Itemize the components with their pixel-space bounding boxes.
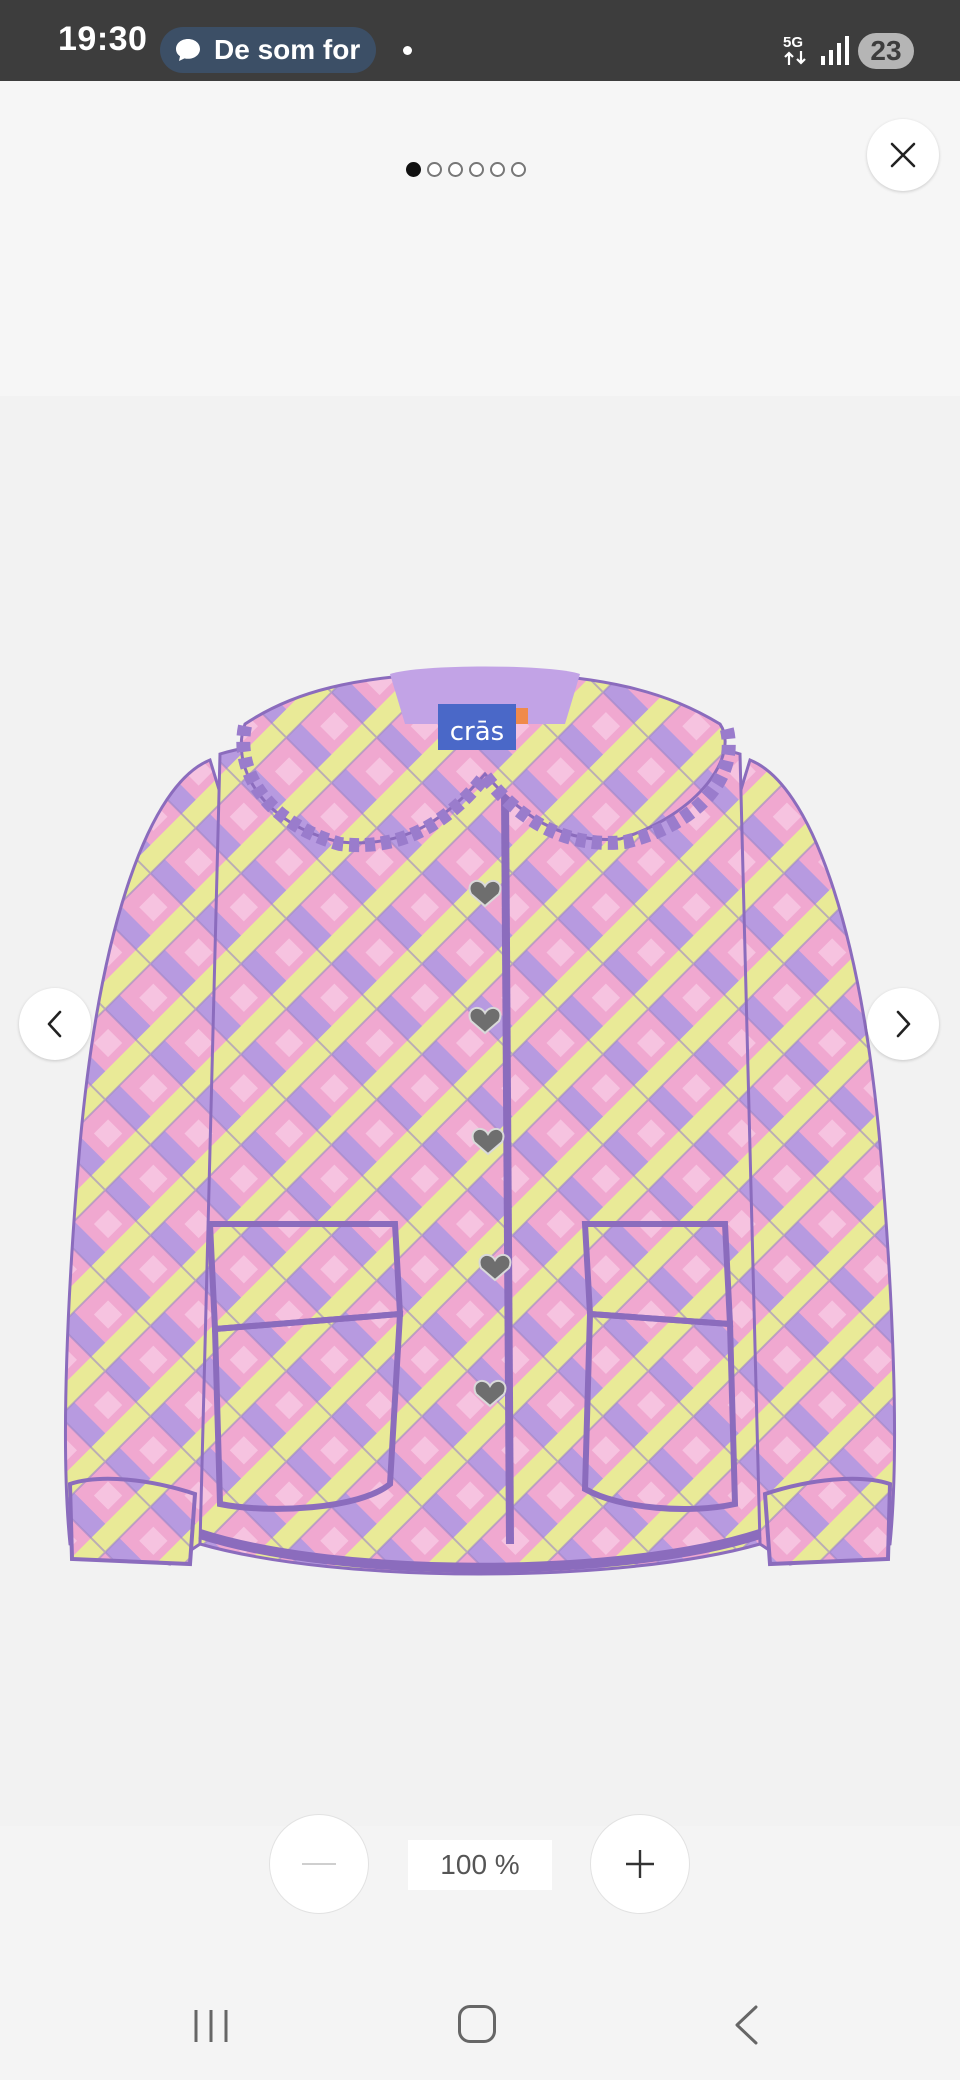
zoom-level: 100 % — [408, 1840, 552, 1890]
network-type: 5G — [783, 34, 803, 51]
gallery-header — [0, 81, 960, 396]
image-pager — [406, 162, 526, 177]
chat-bubble-icon — [176, 39, 200, 61]
pager-dot[interactable] — [448, 162, 463, 177]
battery-indicator: 23 — [858, 33, 914, 69]
notification-dot — [403, 46, 412, 55]
minus-icon — [302, 1863, 336, 1865]
notification-chip[interactable]: De som for — [160, 27, 376, 73]
chevron-left-icon — [47, 1010, 62, 1038]
pager-dot[interactable] — [511, 162, 526, 177]
5g-data-icon: 5G — [783, 34, 806, 65]
notification-text: De som for — [214, 34, 361, 65]
chevron-right-icon — [896, 1010, 911, 1038]
pager-dot[interactable] — [490, 162, 505, 177]
recent-apps-icon[interactable] — [192, 2008, 230, 2044]
product-image-quilted-jacket[interactable]: crās — [60, 664, 900, 1604]
close-icon — [890, 142, 916, 168]
plus-icon — [626, 1850, 654, 1878]
previous-image-button[interactable] — [19, 988, 91, 1060]
status-time: 19:30 — [58, 20, 148, 58]
pager-dot[interactable] — [469, 162, 484, 177]
zoom-in-button[interactable] — [590, 1814, 690, 1914]
pager-dot-active[interactable] — [406, 162, 421, 177]
status-bar: 19:30 De som for 5G 23 — [0, 0, 960, 81]
back-icon[interactable] — [732, 2004, 760, 2046]
close-button[interactable] — [867, 119, 939, 191]
brand-label-text: crās — [450, 717, 504, 747]
zoom-out-button[interactable] — [269, 1814, 369, 1914]
home-icon[interactable] — [458, 2005, 496, 2043]
signal-icon — [821, 36, 849, 65]
pager-dot[interactable] — [427, 162, 442, 177]
next-image-button[interactable] — [867, 988, 939, 1060]
